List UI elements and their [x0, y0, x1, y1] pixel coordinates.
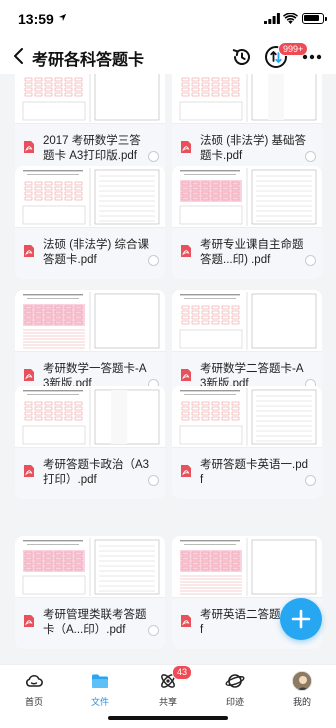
file-grid: 2017 考研数学三答题卡 A3打印版.pdf 法硕 (非法学) 基础答题卡.pd… — [0, 74, 336, 664]
tab-share[interactable]: 43 共享 — [138, 665, 198, 711]
file-thumbnail — [172, 386, 322, 448]
pdf-icon — [24, 465, 34, 477]
file-name: 考研答题卡英语一.pdf — [200, 459, 308, 486]
file-card[interactable]: 法硕 (非法学) 基础答题卡.pdf — [172, 74, 322, 175]
pdf-icon — [181, 465, 191, 477]
more-button[interactable] — [298, 45, 326, 69]
tab-home[interactable]: 首页 — [4, 671, 64, 711]
plus-icon — [291, 609, 311, 629]
cellular-signal-icon — [264, 13, 280, 24]
pdf-icon — [24, 245, 34, 257]
pdf-icon — [181, 245, 191, 257]
status-time: 13:59 — [18, 11, 54, 27]
file-thumbnail — [172, 166, 322, 228]
history-button[interactable] — [230, 45, 254, 69]
file-thumbnail — [172, 536, 322, 598]
tab-footprint[interactable]: 印迹 — [205, 671, 265, 711]
file-thumbnail — [15, 290, 165, 352]
select-radio[interactable] — [148, 151, 159, 162]
file-thumbnail — [15, 74, 165, 124]
battery-icon — [302, 13, 327, 24]
pdf-icon — [181, 369, 191, 381]
pdf-icon — [181, 615, 191, 627]
avatar-image — [293, 672, 311, 690]
file-card[interactable]: 考研管理类联考答题卡（A...印）.pdf — [15, 536, 165, 649]
add-button[interactable] — [280, 598, 322, 640]
file-thumbnail — [172, 74, 322, 124]
cloud-icon — [26, 674, 43, 687]
pdf-icon — [24, 615, 34, 627]
home-indicator — [108, 716, 228, 720]
select-radio[interactable] — [305, 255, 316, 266]
pdf-icon — [24, 369, 34, 381]
share-badge: 43 — [172, 665, 193, 680]
tab-me[interactable]: 我的 — [272, 671, 332, 711]
file-name: 2017 考研数学三答题卡 A3打印版.pdf — [43, 135, 141, 162]
file-name: 考研管理类联考答题卡（A...印）.pdf — [43, 609, 147, 636]
back-button[interactable] — [8, 45, 30, 67]
page-title: 考研各科答题卡 — [32, 52, 145, 69]
tab-files-label: 文件 — [90, 697, 109, 707]
file-thumbnail — [15, 536, 165, 598]
avatar — [292, 671, 312, 691]
more-dots-icon — [302, 54, 322, 60]
file-card[interactable]: 考研答题卡政治（A3打印）.pdf — [15, 386, 165, 499]
tab-home-label: 首页 — [24, 697, 43, 707]
file-name: 法硕 (非法学) 基础答题卡.pdf — [200, 135, 307, 162]
select-radio[interactable] — [305, 475, 316, 486]
file-thumbnail — [172, 290, 322, 352]
file-card[interactable]: 考研专业课自主命题答题...印) .pdf — [172, 166, 322, 279]
file-name: 考研专业课自主命题答题...印) .pdf — [200, 239, 304, 266]
history-icon — [232, 49, 250, 65]
select-radio[interactable] — [148, 475, 159, 486]
pdf-icon — [181, 141, 191, 153]
select-radio[interactable] — [305, 151, 316, 162]
folder-icon — [92, 674, 108, 688]
file-card[interactable]: 2017 考研数学三答题卡 A3打印版.pdf — [15, 74, 165, 175]
tab-footprint-label: 印迹 — [225, 697, 244, 707]
file-name: 法硕 (非法学) 综合课答题卡.pdf — [43, 239, 150, 266]
select-radio[interactable] — [148, 255, 159, 266]
file-card[interactable]: 法硕 (非法学) 综合课答题卡.pdf — [15, 166, 165, 279]
tab-me-label: 我的 — [292, 697, 311, 707]
file-thumbnail — [15, 166, 165, 228]
file-card[interactable]: 考研答题卡英语一.pdf — [172, 386, 322, 499]
select-radio[interactable] — [148, 625, 159, 636]
nav-bar: 考研各科答题卡 999+ — [0, 40, 336, 74]
file-name: 考研答题卡政治（A3打印）.pdf — [43, 459, 150, 486]
battery-level — [304, 15, 320, 21]
wifi-icon — [283, 13, 298, 24]
chevron-left-icon — [14, 48, 23, 64]
file-thumbnail — [15, 386, 165, 448]
pdf-icon — [24, 141, 34, 153]
tab-share-label: 共享 — [158, 697, 177, 707]
tab-files[interactable]: 文件 — [70, 671, 130, 711]
planet-icon — [225, 674, 245, 688]
location-arrow-icon — [58, 13, 67, 22]
status-bar: 13:59 — [0, 0, 336, 40]
